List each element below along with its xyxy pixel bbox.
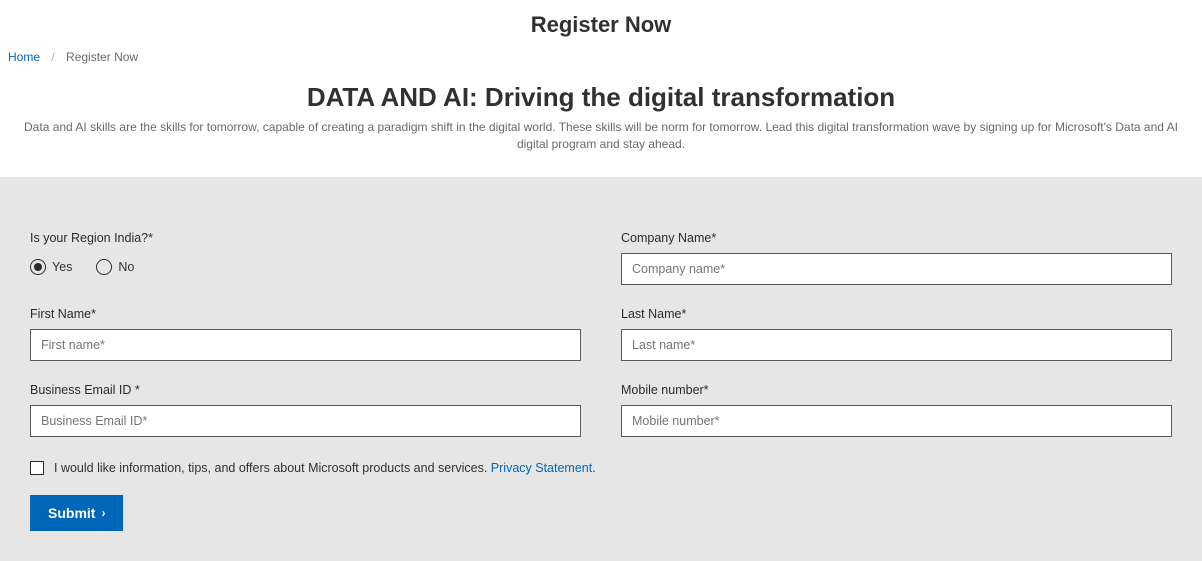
company-input[interactable]	[621, 253, 1172, 285]
privacy-statement-link[interactable]: Privacy Statement	[491, 461, 592, 475]
region-yes-radio[interactable]: Yes	[30, 259, 72, 275]
email-label: Business Email ID *	[30, 383, 581, 397]
region-yes-label: Yes	[52, 260, 72, 274]
region-radio-group: Yes No	[30, 259, 581, 275]
region-no-radio[interactable]: No	[96, 259, 134, 275]
breadcrumb-separator: /	[51, 50, 54, 64]
breadcrumb-current: Register Now	[66, 50, 138, 64]
radio-icon	[30, 259, 46, 275]
consent-dot: .	[592, 461, 595, 475]
first-name-input[interactable]	[30, 329, 581, 361]
consent-text: I would like information, tips, and offe…	[54, 461, 596, 475]
registration-form: Is your Region India?* Yes No Company Na…	[0, 177, 1202, 561]
company-label: Company Name*	[621, 231, 1172, 245]
hero-headline: DATA AND AI: Driving the digital transfo…	[0, 82, 1202, 119]
chevron-right-icon: ›	[101, 506, 105, 520]
last-name-input[interactable]	[621, 329, 1172, 361]
first-name-label: First Name*	[30, 307, 581, 321]
consent-checkbox[interactable]	[30, 461, 44, 475]
submit-label: Submit	[48, 505, 95, 521]
hero-subtext: Data and AI skills are the skills for to…	[0, 119, 1202, 177]
page-title: Register Now	[0, 0, 1202, 46]
mobile-label: Mobile number*	[621, 383, 1172, 397]
region-label: Is your Region India?*	[30, 231, 581, 245]
region-no-label: No	[118, 260, 134, 274]
submit-button[interactable]: Submit ›	[30, 495, 123, 531]
radio-icon	[96, 259, 112, 275]
consent-message: I would like information, tips, and offe…	[54, 461, 491, 475]
breadcrumb-home-link[interactable]: Home	[8, 50, 40, 64]
email-input[interactable]	[30, 405, 581, 437]
mobile-input[interactable]	[621, 405, 1172, 437]
last-name-label: Last Name*	[621, 307, 1172, 321]
breadcrumb: Home / Register Now	[0, 46, 1202, 82]
